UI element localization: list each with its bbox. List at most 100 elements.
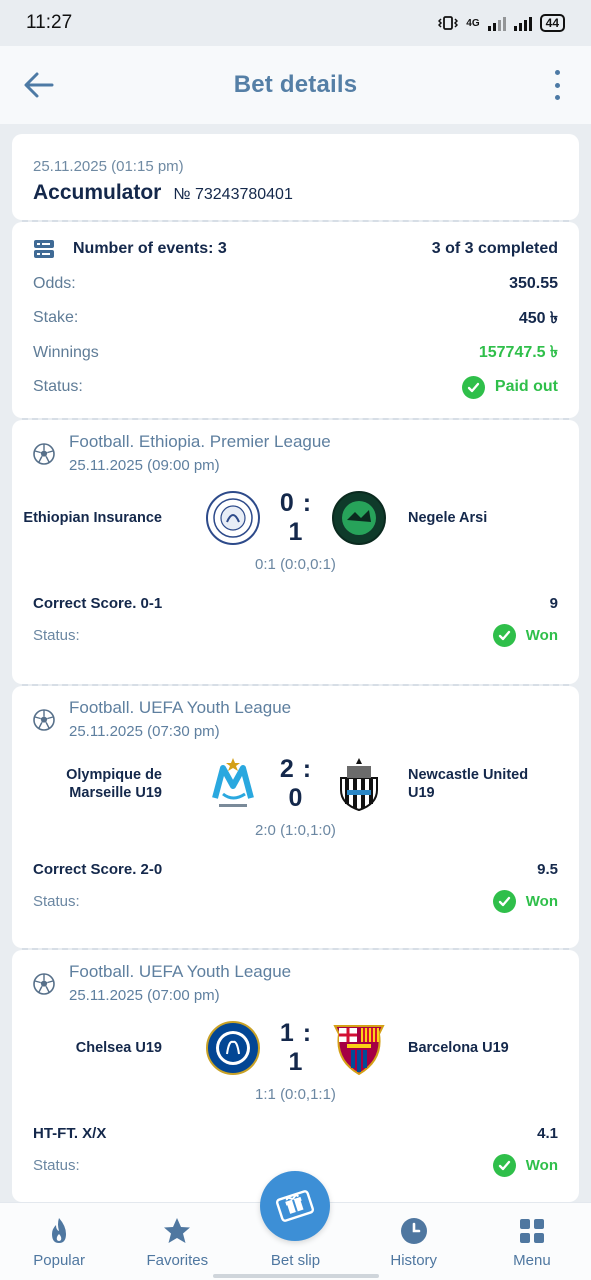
betslip-fab-button[interactable]	[260, 1171, 330, 1241]
football-icon	[33, 443, 55, 465]
event-status-badge: Won	[492, 890, 558, 913]
market-name: Correct Score. 0-1	[33, 595, 163, 612]
match-score: 1 : 1	[279, 1019, 313, 1076]
arrow-left-icon	[24, 72, 54, 98]
market-odds: 4.1	[537, 1125, 558, 1142]
events-list-icon	[34, 240, 54, 259]
event-status-label: Status:	[33, 1157, 80, 1174]
newcastle-logo-icon	[340, 758, 378, 812]
status-label: Status:	[33, 378, 83, 396]
away-team: Barcelona U19	[408, 1040, 509, 1056]
back-button[interactable]	[22, 68, 56, 102]
winnings-label: Winnings	[33, 343, 99, 361]
more-options-button[interactable]	[545, 70, 569, 100]
football-icon	[33, 709, 55, 731]
page-title: Bet details	[233, 71, 358, 98]
chelsea-logo-icon	[206, 1021, 260, 1075]
status-value: Paid out	[494, 378, 558, 396]
network-type: 4G	[466, 17, 480, 29]
market-odds: 9	[549, 595, 558, 612]
away-team: Negele Arsi	[408, 510, 488, 526]
detailed-score: 2:0 (1:0,1:0)	[255, 822, 336, 839]
nav-favorites-label: Favorites	[146, 1252, 209, 1269]
barcelona-logo-icon	[333, 1025, 385, 1076]
bet-number: № 73243780401	[173, 186, 293, 203]
nav-popular-label: Popular	[33, 1252, 85, 1269]
clock-icon	[400, 1218, 427, 1244]
home-team: Olympique de Marseille U19	[66, 767, 162, 801]
away-team: Newcastle United U19	[408, 767, 529, 801]
nav-popular[interactable]: Popular	[0, 1203, 118, 1280]
event-status-label: Status:	[33, 893, 80, 910]
ticket-gift-icon	[275, 1190, 315, 1222]
stake-value: 450 ৳	[518, 309, 558, 327]
event-date: 25.11.2025 (07:30 pm)	[69, 723, 220, 740]
event-status-value: Won	[525, 893, 558, 910]
nav-betslip-label: Bet slip	[270, 1252, 321, 1269]
negele-arsi-logo-icon	[332, 491, 386, 545]
flame-icon	[52, 1218, 67, 1243]
more-dot-icon	[554, 95, 560, 100]
status-badge: Paid out	[461, 375, 558, 399]
bet-ticket: 25.11.2025 (01:15 pm) Accumulator № 7324…	[12, 134, 579, 1202]
detailed-score: 0:1 (0:0,0:1)	[255, 556, 336, 573]
match-score: 0 : 1	[279, 489, 313, 546]
home-team: Ethiopian Insurance	[23, 510, 162, 526]
football-icon	[33, 973, 55, 995]
grid-menu-icon	[519, 1219, 544, 1243]
odds-value: 350.55	[509, 274, 558, 292]
events-completed: 3 of 3 completed	[431, 240, 558, 258]
vibrate-icon	[438, 16, 459, 30]
event-card: Football. UEFA Youth League 25.11.2025 (…	[12, 686, 579, 948]
event-card: Football. Ethiopia. Premier League 25.11…	[12, 420, 579, 684]
check-circle-icon	[492, 890, 516, 913]
event-status-badge: Won	[492, 1154, 558, 1177]
odds-label: Odds:	[33, 274, 76, 292]
star-icon	[164, 1218, 191, 1243]
winnings-value: 157747.5 ৳	[478, 344, 558, 362]
status-bar: 11:27 4G 44	[0, 0, 591, 46]
home-team: Chelsea U19	[75, 1040, 162, 1056]
signal-icon	[487, 15, 506, 31]
bet-summary: Number of events: 3 3 of 3 completed Odd…	[12, 222, 579, 418]
app-header: Bet details	[0, 46, 591, 124]
event-date: 25.11.2025 (09:00 pm)	[69, 457, 220, 474]
check-circle-icon	[492, 1154, 516, 1177]
event-league: Football. UEFA Youth League	[69, 962, 292, 981]
signal-icon-2	[513, 15, 532, 31]
bet-date: 25.11.2025 (01:15 pm)	[33, 158, 184, 175]
nav-menu[interactable]: Menu	[473, 1203, 591, 1280]
event-league: Football. UEFA Youth League	[69, 698, 292, 717]
nav-favorites[interactable]: Favorites	[118, 1203, 236, 1280]
nav-history-label: History	[390, 1252, 438, 1269]
event-card: Football. UEFA Youth League 25.11.2025 (…	[12, 950, 579, 1202]
marseille-logo-icon	[212, 758, 254, 807]
event-status-badge: Won	[492, 624, 558, 647]
market-name: HT-FT. X/X	[33, 1125, 107, 1142]
event-date: 25.11.2025 (07:00 pm)	[69, 987, 220, 1004]
nav-menu-label: Menu	[513, 1252, 551, 1269]
match-score: 2 : 0	[279, 755, 313, 812]
events-count: Number of events: 3	[73, 240, 227, 258]
market-odds: 9.5	[537, 861, 558, 878]
check-circle-icon	[492, 624, 516, 647]
check-circle-icon	[461, 375, 485, 399]
bet-type: Accumulator	[33, 181, 162, 204]
event-status-value: Won	[525, 1157, 558, 1174]
home-indicator	[213, 1274, 379, 1278]
market-name: Correct Score. 2-0	[33, 861, 163, 878]
event-status-label: Status:	[33, 627, 80, 644]
bet-header: 25.11.2025 (01:15 pm) Accumulator № 7324…	[12, 134, 579, 220]
stake-label: Stake:	[33, 309, 79, 327]
nav-history[interactable]: History	[355, 1203, 473, 1280]
event-status-value: Won	[525, 627, 558, 644]
status-time: 11:27	[26, 12, 73, 33]
match-row: Olympique de Marseille U19 2 : 0 Newcast…	[33, 754, 558, 814]
more-dot-icon	[554, 82, 560, 88]
battery-icon: 44	[539, 14, 565, 32]
more-dot-icon	[554, 70, 560, 75]
event-league: Football. Ethiopia. Premier League	[69, 432, 331, 451]
ethiopian-insurance-logo-icon	[206, 491, 260, 545]
detailed-score: 1:1 (0:0,1:1)	[255, 1086, 336, 1103]
status-icons: 4G 44	[438, 14, 565, 32]
